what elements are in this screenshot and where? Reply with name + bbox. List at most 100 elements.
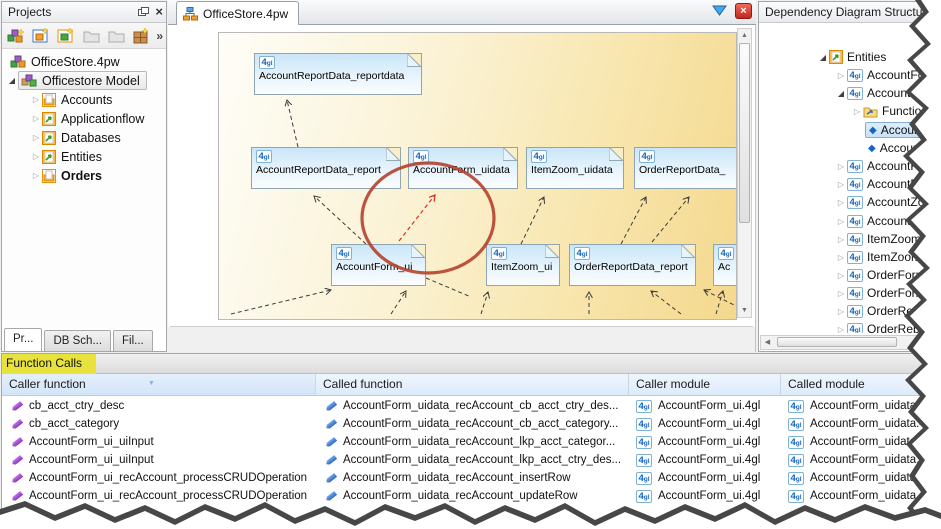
structure-item[interactable]: 4gl AccountZoo	[759, 212, 939, 230]
expanded-twisty-icon[interactable]	[6, 76, 18, 85]
collapsed-twisty-icon[interactable]	[835, 289, 847, 298]
tree-item-applicationflow[interactable]: Applicationflow	[2, 109, 166, 128]
diagram-node-accountform-uidata[interactable]: 4gl AccountForm_uidata	[408, 147, 518, 189]
diagram-node-orderreportdata[interactable]: 4gl OrderReportData_	[634, 147, 736, 189]
collapsed-twisty-icon[interactable]	[835, 71, 847, 80]
diagram-node-accountform-ui[interactable]: 4gl AccountForm_ui	[331, 244, 426, 286]
collapsed-twisty-icon[interactable]	[835, 162, 847, 171]
tree-item-officestore-4pw[interactable]: OfficeStore.4pw	[2, 52, 166, 71]
structure-item[interactable]: Account	[759, 139, 939, 157]
4gl-file-icon: 4gl	[847, 68, 863, 82]
function-call-row[interactable]: AccountForm_ui_uiInput AccountForm_uidat…	[2, 451, 939, 469]
column-header-called-function[interactable]: Called function	[316, 374, 629, 395]
new-program-icon[interactable]	[31, 26, 51, 46]
collapsed-twisty-icon[interactable]	[835, 235, 847, 244]
structure-panel: Dependency Diagram Structure Entities 4g…	[758, 1, 940, 352]
tab-files[interactable]: Fil...	[113, 330, 153, 351]
structure-item[interactable]: 4gl OrderRepor	[759, 302, 939, 320]
collapsed-twisty-icon[interactable]	[30, 133, 42, 142]
structure-item[interactable]: 4gl AccountFor	[759, 84, 939, 102]
float-panel-icon[interactable]	[138, 6, 150, 17]
column-header-caller-module[interactable]: Caller module	[629, 374, 781, 395]
tree-item-orders[interactable]: Orders	[2, 166, 166, 185]
collapsed-twisty-icon[interactable]	[835, 307, 847, 316]
tree-item-officestore-model[interactable]: Officestore Model	[2, 71, 166, 90]
structure-item-entities[interactable]: Entities	[759, 48, 939, 66]
tab-db-schema[interactable]: DB Sch...	[44, 330, 112, 351]
projects-panel-header: Projects	[2, 2, 166, 23]
collapsed-twisty-icon[interactable]	[30, 152, 42, 161]
new-library-icon[interactable]	[56, 26, 76, 46]
structure-item[interactable]: 4gl AccountRep	[759, 157, 939, 175]
scroll-down-icon[interactable]	[738, 304, 751, 317]
new-project-icon[interactable]	[6, 26, 26, 46]
column-header-called-module[interactable]: Called module	[781, 374, 939, 395]
tree-item-accounts[interactable]: Accounts	[2, 90, 166, 109]
expanded-twisty-icon[interactable]	[817, 53, 829, 62]
horizontal-scrollbar-thumb[interactable]	[777, 337, 897, 347]
function-call-row[interactable]: AccountForm_ui_recAccount_processCRUDOpe…	[2, 469, 939, 487]
4gl-file-icon: 4gl	[847, 322, 863, 333]
collapsed-twisty-icon[interactable]	[30, 114, 42, 123]
diagram-node-orderreportdata-report[interactable]: 4gl OrderReportData_report	[569, 244, 696, 286]
tree-item-databases[interactable]: Databases	[2, 128, 166, 147]
editor-area: OfficeStore.4pw × 4gl AccountReportData_…	[168, 0, 756, 352]
diagram-node-itemzoom-uidata[interactable]: 4gl ItemZoom_uidata	[526, 147, 624, 189]
collapsed-twisty-icon[interactable]	[835, 198, 847, 207]
package-icon[interactable]	[131, 26, 151, 46]
diagram-canvas[interactable]: 4gl AccountReportData_reportdata 4gl Acc…	[218, 32, 737, 320]
called-function-icon	[325, 400, 338, 411]
function-calls-table-header: Caller function Called function Caller m…	[2, 374, 939, 396]
structure-item[interactable]: 4gl OrderRepor	[759, 320, 939, 333]
structure-item[interactable]: 4gl AccountZoo	[759, 193, 939, 211]
collapsed-twisty-icon[interactable]	[30, 95, 42, 104]
structure-item[interactable]: 4gl ItemZoom_	[759, 248, 939, 266]
structure-item[interactable]: 4gl OrderForm_	[759, 284, 939, 302]
4gl-file-icon: 4gl	[788, 399, 804, 413]
function-call-row[interactable]: cb_acct_category AccountForm_uidata_recA…	[2, 415, 939, 433]
document-tab-officestore[interactable]: OfficeStore.4pw	[176, 1, 300, 25]
function-call-row[interactable]: AccountForm_ui_uiInput AccountForm_uidat…	[2, 433, 939, 451]
vertical-scrollbar-thumb[interactable]	[739, 43, 750, 223]
diagram-node-clipped[interactable]: 4gl Ac	[713, 244, 736, 286]
collapsed-twisty-icon[interactable]	[835, 325, 847, 334]
collapsed-twisty-icon[interactable]	[835, 271, 847, 280]
left-panel-tabs: Pr... DB Sch... Fil...	[4, 328, 155, 351]
projects-panel: Projects × » OfficeStore.4pw ◢ Officesto…	[1, 1, 167, 352]
diagram-node-accountreportdata-report[interactable]: 4gl AccountReportData_report	[251, 147, 401, 189]
structure-item-functions[interactable]: Function	[759, 102, 939, 120]
tree-item-entities[interactable]: Entities	[2, 147, 166, 166]
toolbar-overflow-icon[interactable]	[156, 29, 163, 43]
open-folder-icon[interactable]	[106, 26, 126, 46]
diagram-node-itemzoom-ui[interactable]: 4gl ItemZoom_ui	[486, 244, 560, 286]
4gl-file-icon: 4gl	[788, 453, 804, 467]
function-call-row[interactable]: cb_acct_ctry_desc AccountForm_uidata_rec…	[2, 397, 939, 415]
function-call-row[interactable]: AccountForm_ui_recAccount_processCRUDOpe…	[2, 487, 939, 505]
structure-horizontal-scrollbar[interactable]	[760, 335, 938, 350]
scroll-left-icon[interactable]	[761, 336, 774, 349]
scroll-up-icon[interactable]	[738, 29, 751, 42]
4gl-file-icon: 4gl	[847, 159, 863, 173]
structure-item[interactable]: 4gl ItemZoom_	[759, 230, 939, 248]
functions-folder-icon	[863, 107, 878, 117]
4gl-file-icon: 4gl	[636, 471, 652, 485]
close-panel-icon[interactable]	[155, 5, 163, 18]
structure-item[interactable]: 4gl AccountRep	[759, 175, 939, 193]
expanded-twisty-icon[interactable]	[835, 89, 847, 98]
collapsed-twisty-icon[interactable]	[30, 171, 42, 180]
structure-item[interactable]: 4gl AccountFor	[759, 66, 939, 84]
diagram-vertical-scrollbar[interactable]	[737, 28, 752, 318]
close-tab-button[interactable]	[735, 3, 752, 19]
tab-list-dropdown-icon[interactable]	[712, 5, 727, 17]
structure-item-selected[interactable]: Account	[759, 121, 939, 139]
collapsed-twisty-icon[interactable]	[835, 217, 847, 226]
tab-projects[interactable]: Pr...	[4, 328, 43, 351]
collapsed-twisty-icon[interactable]	[835, 180, 847, 189]
caller-function-icon	[11, 418, 24, 429]
structure-item[interactable]: 4gl OrderForm_	[759, 266, 939, 284]
collapsed-twisty-icon[interactable]	[835, 253, 847, 262]
diagram-node-accountreportdata-reportdata[interactable]: 4gl AccountReportData_reportdata	[254, 53, 422, 95]
column-header-caller-function[interactable]: Caller function	[2, 374, 316, 395]
open-group-icon[interactable]	[81, 26, 101, 46]
collapsed-twisty-icon[interactable]	[851, 107, 863, 116]
